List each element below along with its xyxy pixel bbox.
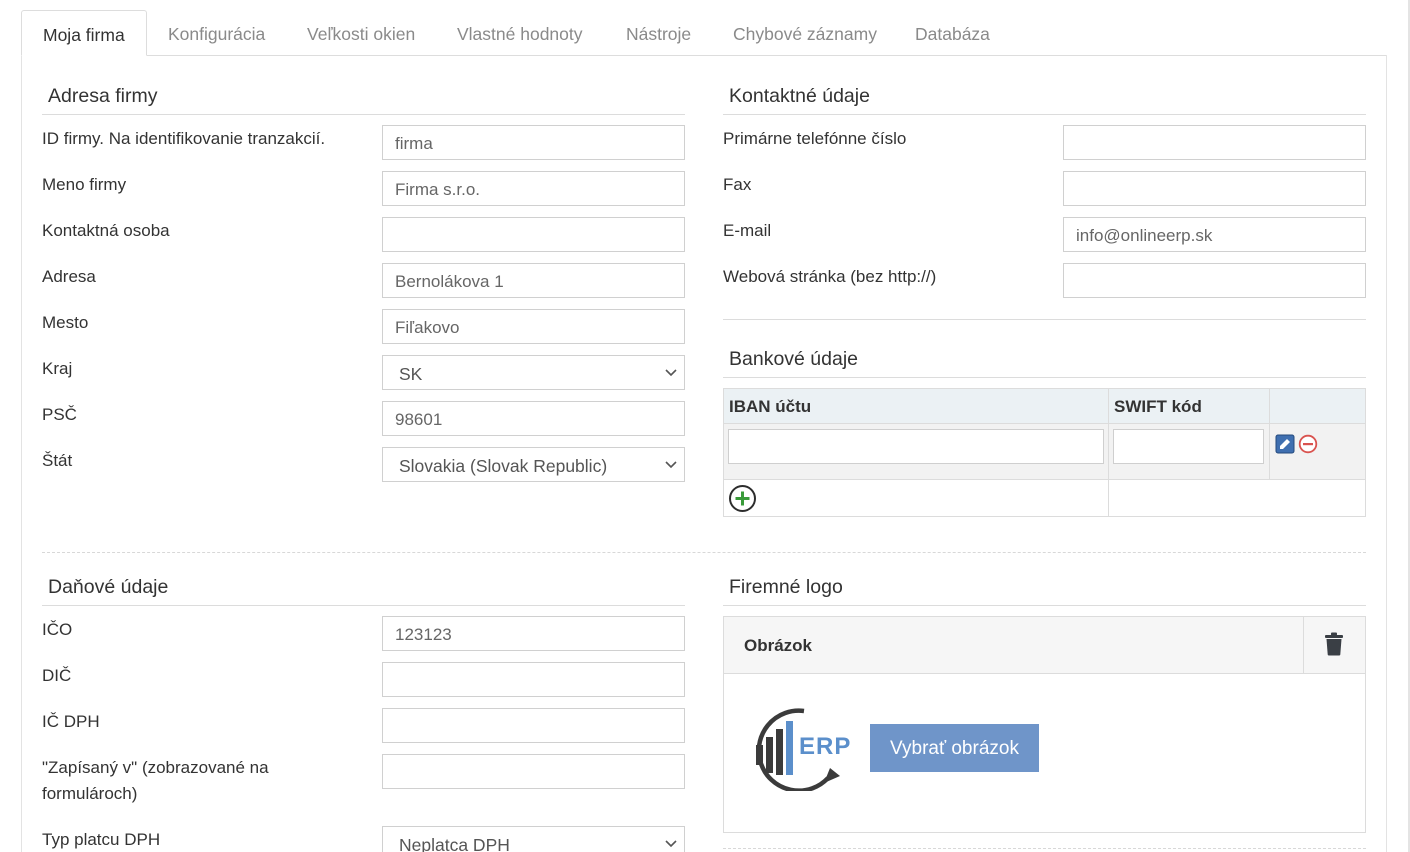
label-city: Mesto (42, 313, 89, 332)
label-email: E-mail (723, 221, 772, 240)
label-postal-code: PSČ (42, 405, 77, 424)
tab-moja-firma[interactable]: Moja firma (21, 10, 147, 56)
label-region: Kraj (42, 359, 73, 378)
vat-payer-type-value: Neplatca DPH (399, 835, 510, 852)
tab-velkosti-okien[interactable]: Veľkosti okien (286, 10, 436, 56)
section-title-bank: Bankové údaje (729, 348, 859, 370)
tab-chybove-zaznamy[interactable]: Chybové záznamy (712, 10, 898, 56)
swift-input[interactable] (1113, 429, 1264, 464)
label-fax: Fax (723, 175, 752, 194)
label-vat-payer-type: Typ platcu DPH (42, 830, 161, 849)
label-company-id: ID firmy. Na identifikovanie tranzakcií. (42, 129, 326, 148)
label-vat-id: IČ DPH (42, 712, 100, 731)
tab-konfiguracia[interactable]: Konfigurácia (147, 10, 286, 56)
section-separator (723, 848, 1366, 849)
address-input[interactable]: Bernolákova 1 (382, 263, 685, 298)
label-ico: IČO (42, 620, 73, 639)
country-select[interactable]: Slovakia (Slovak Republic) (382, 447, 685, 482)
tab-nastroje[interactable]: Nástroje (605, 10, 712, 56)
section-separator (42, 552, 1366, 553)
label-registered-in: "Zapísaný v" (zobrazované na formulároch… (42, 758, 269, 803)
label-address: Adresa (42, 267, 96, 286)
ico-input[interactable]: 123123 (382, 616, 685, 651)
phone-input[interactable] (1063, 125, 1366, 160)
column-divider (1108, 389, 1109, 516)
fax-input[interactable] (1063, 171, 1366, 206)
chevron-down-icon (665, 840, 677, 848)
settings-page: Moja firma Konfigurácia Veľkosti okien V… (0, 0, 1410, 852)
company-logo: ERP (746, 701, 850, 793)
vat-payer-type-select[interactable]: Neplatca DPH (382, 826, 685, 852)
column-header-iban: IBAN účtu (729, 397, 812, 416)
section-title-tax: Daňové údaje (48, 576, 169, 598)
section-rule (723, 319, 1366, 320)
website-input[interactable] (1063, 263, 1366, 298)
section-rule (723, 114, 1366, 115)
section-title-logo: Firemné logo (729, 576, 843, 598)
tab-vlastne-hodnoty[interactable]: Vlastné hodnoty (436, 10, 604, 56)
column-divider (1269, 389, 1270, 480)
email-input[interactable]: info@onlineerp.sk (1063, 217, 1366, 252)
section-title-company-address: Adresa firmy (48, 85, 158, 107)
city-input[interactable]: Fiľakovo (382, 309, 685, 344)
region-select[interactable]: SK (382, 355, 685, 390)
dic-input[interactable] (382, 662, 685, 697)
company-id-input[interactable]: firma (382, 125, 685, 160)
registered-in-input[interactable] (382, 754, 685, 789)
remove-row-icon[interactable] (1298, 434, 1318, 454)
panel-border-right (1386, 55, 1387, 852)
add-row-icon[interactable] (728, 484, 757, 513)
country-select-value: Slovakia (Slovak Republic) (399, 456, 608, 476)
logo-panel: Obrázok ERP Vybrať obrázok (723, 616, 1366, 833)
edit-icon[interactable] (1275, 434, 1295, 454)
logo-wordmark: ERP (799, 733, 852, 760)
label-phone: Primárne telefónne číslo (723, 129, 907, 148)
chevron-down-icon (665, 369, 677, 377)
label-country: Štát (42, 451, 73, 470)
company-name-input[interactable]: Firma s.r.o. (382, 171, 685, 206)
section-rule (723, 605, 1366, 606)
contact-person-input[interactable] (382, 217, 685, 252)
image-header-label: Obrázok (744, 636, 813, 655)
header-divider (1303, 617, 1304, 674)
chevron-down-icon (665, 461, 677, 469)
section-rule (723, 377, 1366, 378)
label-dic: DIČ (42, 666, 72, 685)
column-header-swift: SWIFT kód (1114, 397, 1202, 416)
region-select-value: SK (399, 364, 423, 384)
tab-bar-divider (147, 55, 1387, 56)
section-rule (42, 114, 685, 115)
label-contact-person: Kontaktná osoba (42, 221, 170, 240)
trash-icon[interactable] (1324, 632, 1344, 656)
bank-table: IBAN účtu SWIFT kód (723, 388, 1366, 517)
label-company-name: Meno firmy (42, 175, 127, 194)
vat-id-input[interactable] (382, 708, 685, 743)
tab-bar: Moja firma Konfigurácia Veľkosti okien V… (21, 10, 1387, 56)
section-title-contact: Kontaktné údaje (729, 85, 870, 107)
panel-border-left (21, 55, 22, 852)
label-website: Webová stránka (bez http://) (723, 267, 937, 286)
postal-code-input[interactable]: 98601 (382, 401, 685, 436)
tab-databaza[interactable]: Databáza (894, 10, 1011, 56)
logo-panel-header: Obrázok (724, 617, 1365, 674)
pick-image-button[interactable]: Vybrať obrázok (870, 724, 1039, 772)
iban-input[interactable] (728, 429, 1104, 464)
section-rule (42, 605, 685, 606)
